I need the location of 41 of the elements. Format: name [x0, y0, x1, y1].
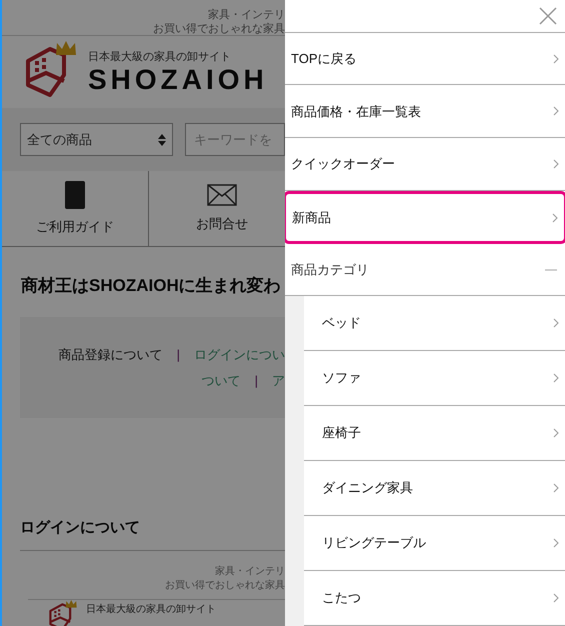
notice-text: 家具・インテリ — [208, 8, 285, 22]
chevron-right-icon — [553, 592, 559, 603]
menu-item[interactable]: TOPに戻る — [285, 32, 565, 86]
notice-text: お買い得でおしゃれな家具 — [165, 579, 285, 593]
menu-item[interactable]: 商品価格・在庫一覧表 — [285, 85, 565, 138]
envelope-icon — [207, 184, 237, 206]
category-item[interactable]: 座椅子 — [304, 406, 565, 461]
headline: 商材王はSHOZAIOHに生まれ変わ — [21, 276, 281, 295]
logo-subtitle: 日本最大級の家具の卸サイト — [88, 50, 232, 65]
chevron-right-icon — [553, 372, 559, 383]
menu-item[interactable]: クイックオーダー — [285, 138, 565, 192]
close-button[interactable] — [539, 6, 557, 25]
category-item[interactable]: ソファ — [304, 350, 565, 406]
sort-arrows-icon — [158, 132, 166, 146]
logo-subtitle: 日本最大級の家具の卸サイト — [86, 604, 216, 616]
category-item[interactable]: ベッド — [304, 296, 565, 351]
section-title: ログインについて — [20, 519, 140, 536]
book-icon — [65, 180, 85, 209]
category-select[interactable]: 全ての商品 — [20, 123, 173, 156]
search-field[interactable]: キーワードを — [185, 123, 285, 156]
close-icon — [539, 6, 557, 25]
chevron-right-icon — [553, 159, 559, 170]
separator: | — [176, 346, 180, 364]
chevron-right-icon — [553, 54, 559, 64]
chevron-right-icon — [553, 428, 559, 438]
chevron-right-icon — [553, 318, 559, 328]
nav-link[interactable]: ご利用ガイド — [2, 171, 149, 246]
category-toggle[interactable]: 商品カテゴリ — [285, 244, 565, 296]
category-item[interactable]: ダイニング家具 — [304, 460, 565, 516]
notice-text: お買い得でおしゃれな家具 — [153, 22, 285, 36]
category-item[interactable]: こたつ — [304, 570, 565, 626]
chevron-right-icon — [552, 212, 558, 223]
separator: | — [254, 372, 258, 390]
chevron-right-icon — [553, 106, 559, 116]
link[interactable]: 商品登録について — [58, 345, 163, 364]
category-item[interactable]: リビングテーブル — [304, 516, 565, 571]
logo-text: SHOZAIOH — [88, 65, 268, 96]
notice-text: 家具・インテリ — [215, 565, 285, 579]
chevron-right-icon — [553, 482, 559, 493]
chevron-right-icon — [553, 538, 559, 548]
menu-item[interactable]: 新商品 — [283, 191, 565, 244]
